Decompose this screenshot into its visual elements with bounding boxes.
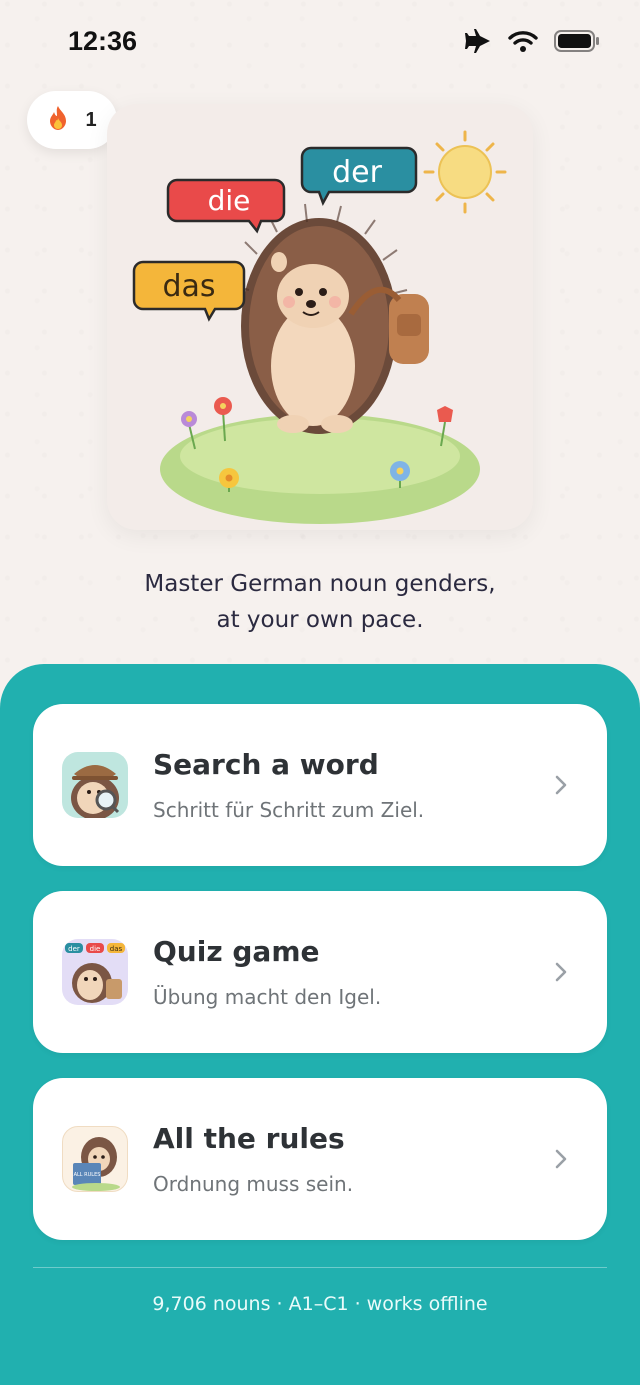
quiz-game-card[interactable]: der die das Quiz game Übung macht den Ig…	[33, 891, 607, 1053]
bubble-das-text: das	[162, 269, 215, 304]
hero-illustration: die der das	[107, 104, 533, 530]
hedgehog-reading-icon: ALL RULES	[62, 1126, 128, 1192]
status-bar: 12:36	[0, 0, 640, 88]
bubble-der: der	[300, 146, 418, 207]
status-time: 12:36	[68, 26, 138, 56]
hedgehog-quiz-icon: der die das	[62, 939, 128, 1005]
bubble-die: die	[166, 178, 286, 234]
chevron-right-icon	[555, 962, 567, 986]
svg-text:der: der	[68, 945, 80, 953]
streak-count: 1	[85, 108, 97, 131]
wifi-icon	[508, 30, 538, 56]
divider	[33, 1267, 607, 1268]
svg-text:ALL RULES: ALL RULES	[74, 1172, 101, 1178]
chevron-right-icon	[555, 1149, 567, 1173]
battery-icon	[554, 30, 600, 56]
card-title: Quiz game	[153, 935, 320, 968]
card-title: Search a word	[153, 748, 379, 781]
airplane-icon	[464, 28, 492, 58]
streak-badge[interactable]: 1	[27, 91, 117, 149]
svg-text:das: das	[110, 945, 123, 953]
card-title: All the rules	[153, 1122, 345, 1155]
card-subtitle: Übung macht den Igel.	[153, 985, 382, 1009]
search-word-card[interactable]: Search a word Schritt für Schritt zum Zi…	[33, 704, 607, 866]
bubble-die-text: die	[208, 184, 251, 217]
hedgehog-illustration	[232, 203, 429, 434]
tagline-line2: at your own pace.	[216, 607, 424, 633]
card-subtitle: Schritt für Schritt zum Ziel.	[153, 798, 425, 822]
tagline-line1: Master German noun genders,	[144, 571, 496, 597]
chevron-right-icon	[555, 775, 567, 799]
all-rules-card[interactable]: ALL RULES All the rules Ordnung muss sei…	[33, 1078, 607, 1240]
tagline: Master German noun genders, at your own …	[0, 566, 640, 638]
flame-icon	[47, 105, 69, 135]
bubble-der-text: der	[332, 155, 383, 190]
status-icons	[464, 28, 600, 58]
sun-icon	[423, 130, 507, 214]
bubble-das: das	[132, 260, 246, 322]
svg-text:die: die	[90, 945, 101, 953]
card-subtitle: Ordnung muss sein.	[153, 1172, 354, 1196]
footer-stats: 9,706 nouns · A1–C1 · works offline	[152, 1293, 488, 1315]
hedgehog-detective-icon	[62, 752, 128, 818]
